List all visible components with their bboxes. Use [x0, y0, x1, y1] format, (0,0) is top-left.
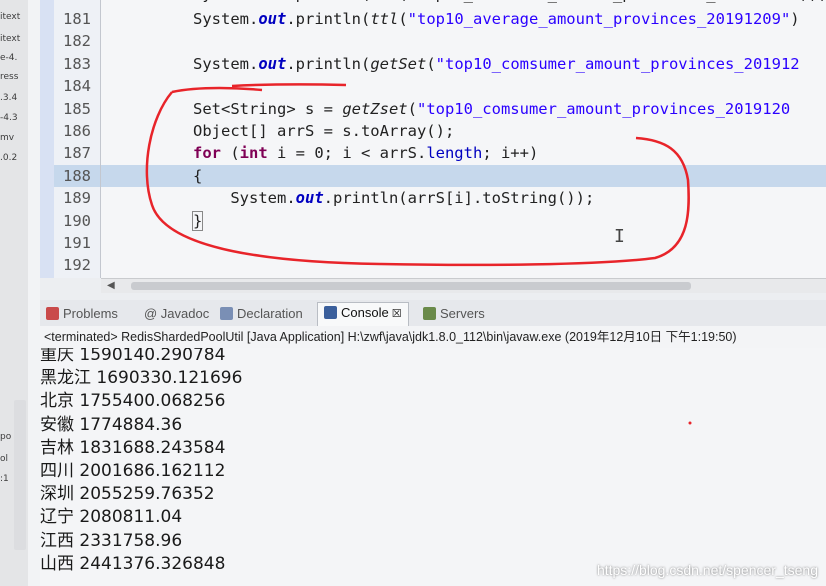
console-line: 黑龙江 1690330.121696: [40, 368, 243, 389]
console-line: 山西 2441376.326848: [40, 553, 226, 574]
line-number: 189: [63, 189, 91, 208]
line-number: 192: [63, 256, 91, 275]
code-line[interactable]: Set<String> s = getZset("top10_comsumer_…: [101, 98, 826, 120]
problems-icon: [46, 307, 59, 320]
explorer-fragment[interactable]: ress: [0, 72, 28, 82]
text-cursor-icon: I: [614, 226, 625, 247]
watermark: https://blog.csdn.net/spencer_tseng: [596, 562, 818, 578]
code-line[interactable]: Object[] arrS = s.toArray();: [101, 120, 826, 142]
line-number: 190: [63, 211, 91, 230]
servers-icon: [423, 307, 436, 320]
close-icon[interactable]: ☒: [389, 308, 402, 320]
line-number: 182: [63, 32, 91, 51]
explorer-fragment[interactable]: -4.3: [0, 113, 28, 123]
code-line[interactable]: [101, 30, 826, 52]
explorer-fragment[interactable]: mv: [0, 133, 28, 143]
console-line: 安徽 1774884.36: [40, 414, 183, 435]
line-number: 181: [63, 10, 91, 28]
line-number: 186: [63, 122, 91, 140]
tab-label: Declaration: [237, 306, 303, 321]
line-number: 191: [63, 234, 91, 252]
line-number: 188: [54, 164, 100, 187]
console-output: 重庆 1590140.290784 黑龙江 1690330.121696 北京 17…: [40, 348, 826, 586]
tab-label: Servers: [440, 306, 485, 321]
bottom-panel-tabs: Problems @ Javadoc Declaration Console ☒ Ser…: [40, 300, 826, 327]
code-line[interactable]: [101, 254, 826, 276]
scroll-left-icon[interactable]: ◀: [107, 279, 115, 293]
explorer-fragment[interactable]: .0.2: [0, 153, 28, 163]
console-line: 辽宁 2080811.04: [40, 507, 183, 528]
console-line: 江西 2331758.96: [40, 530, 183, 551]
line-numbers: 181 182 183 184 185 186 187 188 189 190 191 192: [54, 0, 101, 278]
panel-divider: [28, 0, 40, 586]
console-line: 深圳 2055259.76352: [40, 484, 215, 505]
console-icon: [324, 306, 337, 319]
explorer-fragment[interactable]: e-4.: [0, 53, 28, 63]
console-line: 北京 1755400.068256: [40, 391, 226, 412]
tab-problems[interactable]: Problems: [46, 304, 118, 326]
code-line[interactable]: {: [101, 164, 826, 187]
line-number: 183: [63, 54, 91, 73]
editor-horizontal-scrollbar[interactable]: ◀: [101, 278, 826, 293]
tab-declaration[interactable]: Declaration: [220, 304, 303, 326]
declaration-icon: [220, 307, 233, 320]
code-line[interactable]: [101, 75, 826, 97]
explorer-fragment[interactable]: .3.4: [0, 93, 28, 103]
tab-label: Problems: [63, 306, 118, 321]
code-line[interactable]: }: [101, 210, 826, 232]
tab-label: Console: [341, 305, 389, 320]
editor-gutter: [40, 0, 54, 278]
code-editor[interactable]: System.out.println(ttl("top10_comsumer_a…: [101, 0, 826, 278]
tab-javadoc[interactable]: @ Javadoc: [140, 304, 209, 326]
tab-console[interactable]: Console ☒: [317, 302, 409, 327]
left-scrollbar[interactable]: [14, 400, 26, 550]
code-line[interactable]: System.out.println(ttl("top10_comsumer_a…: [193, 0, 826, 5]
console-line: 四川 2001686.162112: [40, 461, 226, 481]
console-status: <terminated> RedisShardedPoolUtil [Java …: [40, 326, 826, 348]
scroll-thumb[interactable]: [131, 282, 691, 290]
line-number: 185: [63, 99, 91, 118]
explorer-fragment[interactable]: itext: [0, 12, 28, 22]
line-number: 184: [63, 77, 91, 96]
code-line[interactable]: System.out.println(getSet("top10_comsume…: [101, 53, 826, 75]
code-line[interactable]: for (int i = 0; i < arrS.length; i++): [101, 142, 826, 164]
tab-label: @ Javadoc: [144, 306, 210, 321]
console-line: 吉林 1831688.243584: [40, 437, 226, 458]
code-line[interactable]: System.out.println(ttl("top10_average_am…: [101, 8, 826, 30]
code-line[interactable]: System.out.println(arrS[i].toString());: [101, 187, 826, 209]
code-line[interactable]: [101, 232, 826, 254]
line-number: 187: [63, 144, 91, 163]
tab-servers[interactable]: Servers: [423, 304, 485, 326]
explorer-fragment[interactable]: itext: [0, 34, 28, 44]
